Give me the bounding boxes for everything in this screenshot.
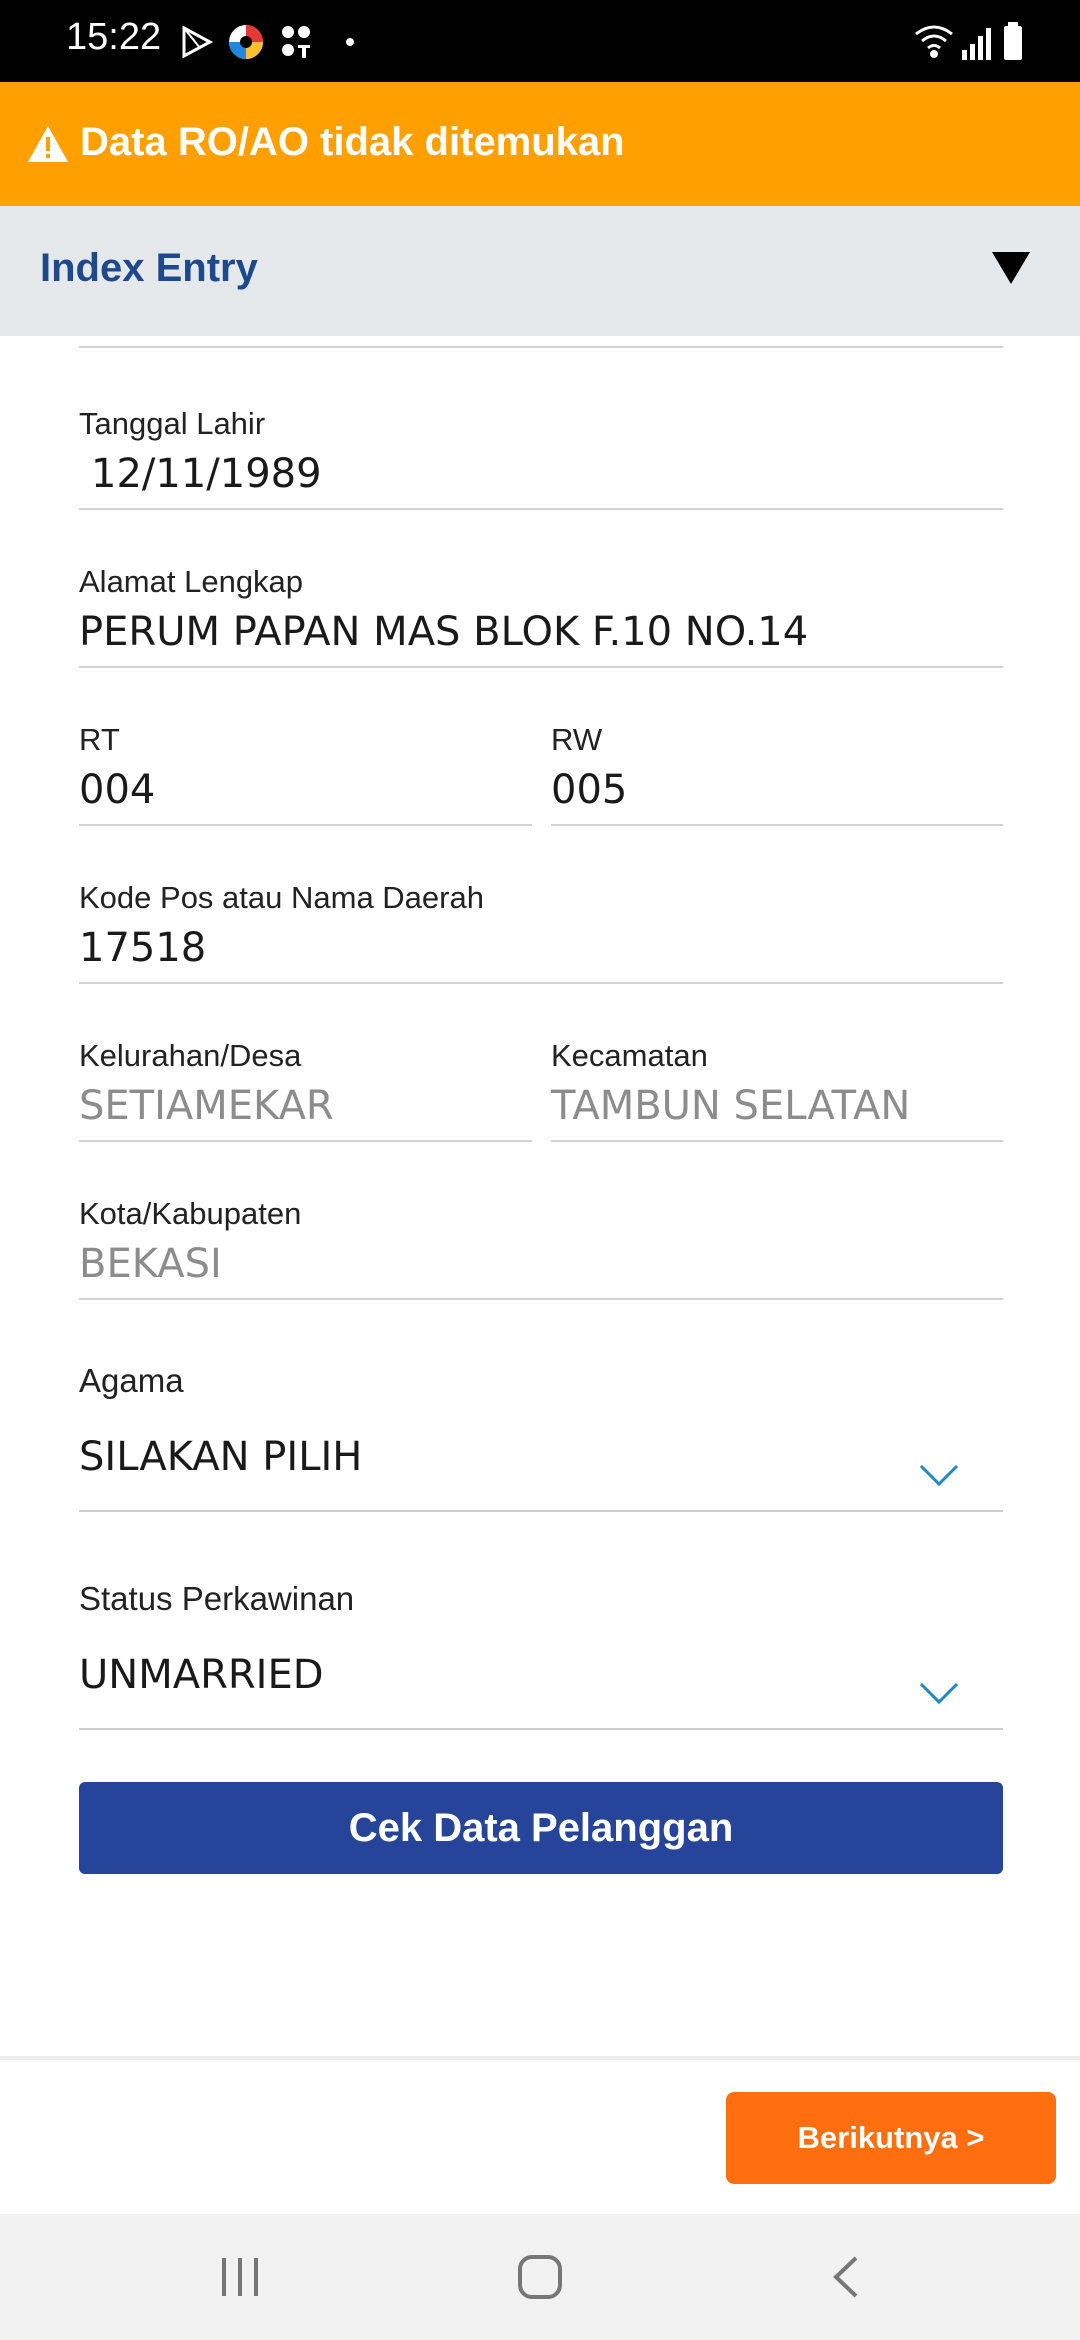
religion-select[interactable]: Agama SILAKAN PILIH	[79, 1362, 1003, 1512]
home-icon[interactable]	[516, 2254, 564, 2300]
city-field: Kota/Kabupaten BEKASI	[79, 1196, 1003, 1300]
section-title: Index Entry	[40, 246, 258, 290]
error-banner: Data RO/AO tidak ditemukan	[0, 82, 1080, 206]
city-label: Kota/Kabupaten	[79, 1196, 302, 1231]
check-customer-data-button[interactable]: Cek Data Pelanggan	[79, 1782, 1003, 1874]
dot-icon	[346, 38, 354, 46]
marital-status-select[interactable]: Status Perkawinan UNMARRIED	[79, 1580, 1003, 1730]
app-grid-icon	[282, 26, 310, 58]
district-field: Kecamatan TAMBUN SELATAN	[551, 1038, 1003, 1142]
back-icon[interactable]	[828, 2254, 864, 2300]
triangle-down-icon[interactable]	[992, 252, 1030, 284]
index-entry-header[interactable]: Index Entry	[0, 206, 1080, 336]
status-left-icons	[182, 25, 354, 59]
next-button[interactable]: Berikutnya >	[726, 2092, 1056, 2184]
rw-label: RW	[551, 722, 603, 757]
village-value: SETIAMEKAR	[79, 1083, 334, 1129]
divider	[0, 2056, 1080, 2060]
rt-label: RT	[79, 722, 120, 757]
district-label: Kecamatan	[551, 1038, 708, 1073]
marital-status-label: Status Perkawinan	[79, 1580, 355, 1617]
field-underline	[79, 666, 1003, 668]
status-bar: 15:22	[0, 0, 1080, 82]
warning-icon	[28, 126, 68, 162]
recent-apps-icon[interactable]	[218, 2254, 262, 2300]
religion-value[interactable]: SILAKAN PILIH	[79, 1434, 362, 1480]
field-underline	[79, 982, 1003, 984]
postal-code-value[interactable]: 17518	[79, 924, 1003, 972]
system-nav-bar	[0, 2214, 1080, 2340]
city-value: BEKASI	[79, 1241, 222, 1287]
wifi-icon	[915, 25, 953, 58]
rt-value[interactable]: 004	[79, 766, 532, 814]
battery-icon	[1004, 22, 1022, 60]
birth-date-value[interactable]: 12/11/1989	[79, 450, 1003, 498]
chevron-down-icon[interactable]	[919, 1682, 959, 1706]
religion-label: Agama	[79, 1362, 184, 1399]
rw-value[interactable]: 005	[551, 766, 1003, 814]
field-underline	[79, 1140, 532, 1142]
status-time: 15:22	[66, 16, 162, 58]
field-underline	[79, 824, 532, 826]
play-store-icon	[182, 25, 214, 59]
field-underline	[79, 1728, 1003, 1730]
signal-icon	[962, 28, 991, 60]
field-underline	[79, 1298, 1003, 1300]
address-label: Alamat Lengkap	[79, 564, 304, 599]
field-underline	[551, 824, 1003, 826]
district-value: TAMBUN SELATAN	[551, 1083, 911, 1129]
address-value[interactable]: PERUM PAPAN MAS BLOK F.10 NO.14	[79, 608, 1003, 656]
divider	[79, 346, 1003, 348]
rw-field[interactable]: RW 005	[551, 722, 1003, 826]
village-field: Kelurahan/Desa SETIAMEKAR	[79, 1038, 532, 1142]
marital-status-value[interactable]: UNMARRIED	[79, 1652, 324, 1698]
banner-text: Data RO/AO tidak ditemukan	[80, 120, 625, 164]
chevron-down-icon[interactable]	[919, 1464, 959, 1488]
app-color-icon	[229, 25, 263, 59]
postal-code-label: Kode Pos atau Nama Daerah	[79, 880, 484, 915]
status-right-icons	[915, 22, 1022, 60]
field-underline	[79, 508, 1003, 510]
birth-date-label: Tanggal Lahir	[79, 406, 266, 441]
field-underline	[79, 1510, 1003, 1512]
rt-field[interactable]: RT 004	[79, 722, 532, 826]
village-label: Kelurahan/Desa	[79, 1038, 302, 1073]
birth-date-field[interactable]: Tanggal Lahir 12/11/1989	[79, 406, 1003, 510]
address-field[interactable]: Alamat Lengkap PERUM PAPAN MAS BLOK F.10…	[79, 564, 1003, 668]
postal-code-field[interactable]: Kode Pos atau Nama Daerah 17518	[79, 880, 1003, 984]
field-underline	[551, 1140, 1003, 1142]
